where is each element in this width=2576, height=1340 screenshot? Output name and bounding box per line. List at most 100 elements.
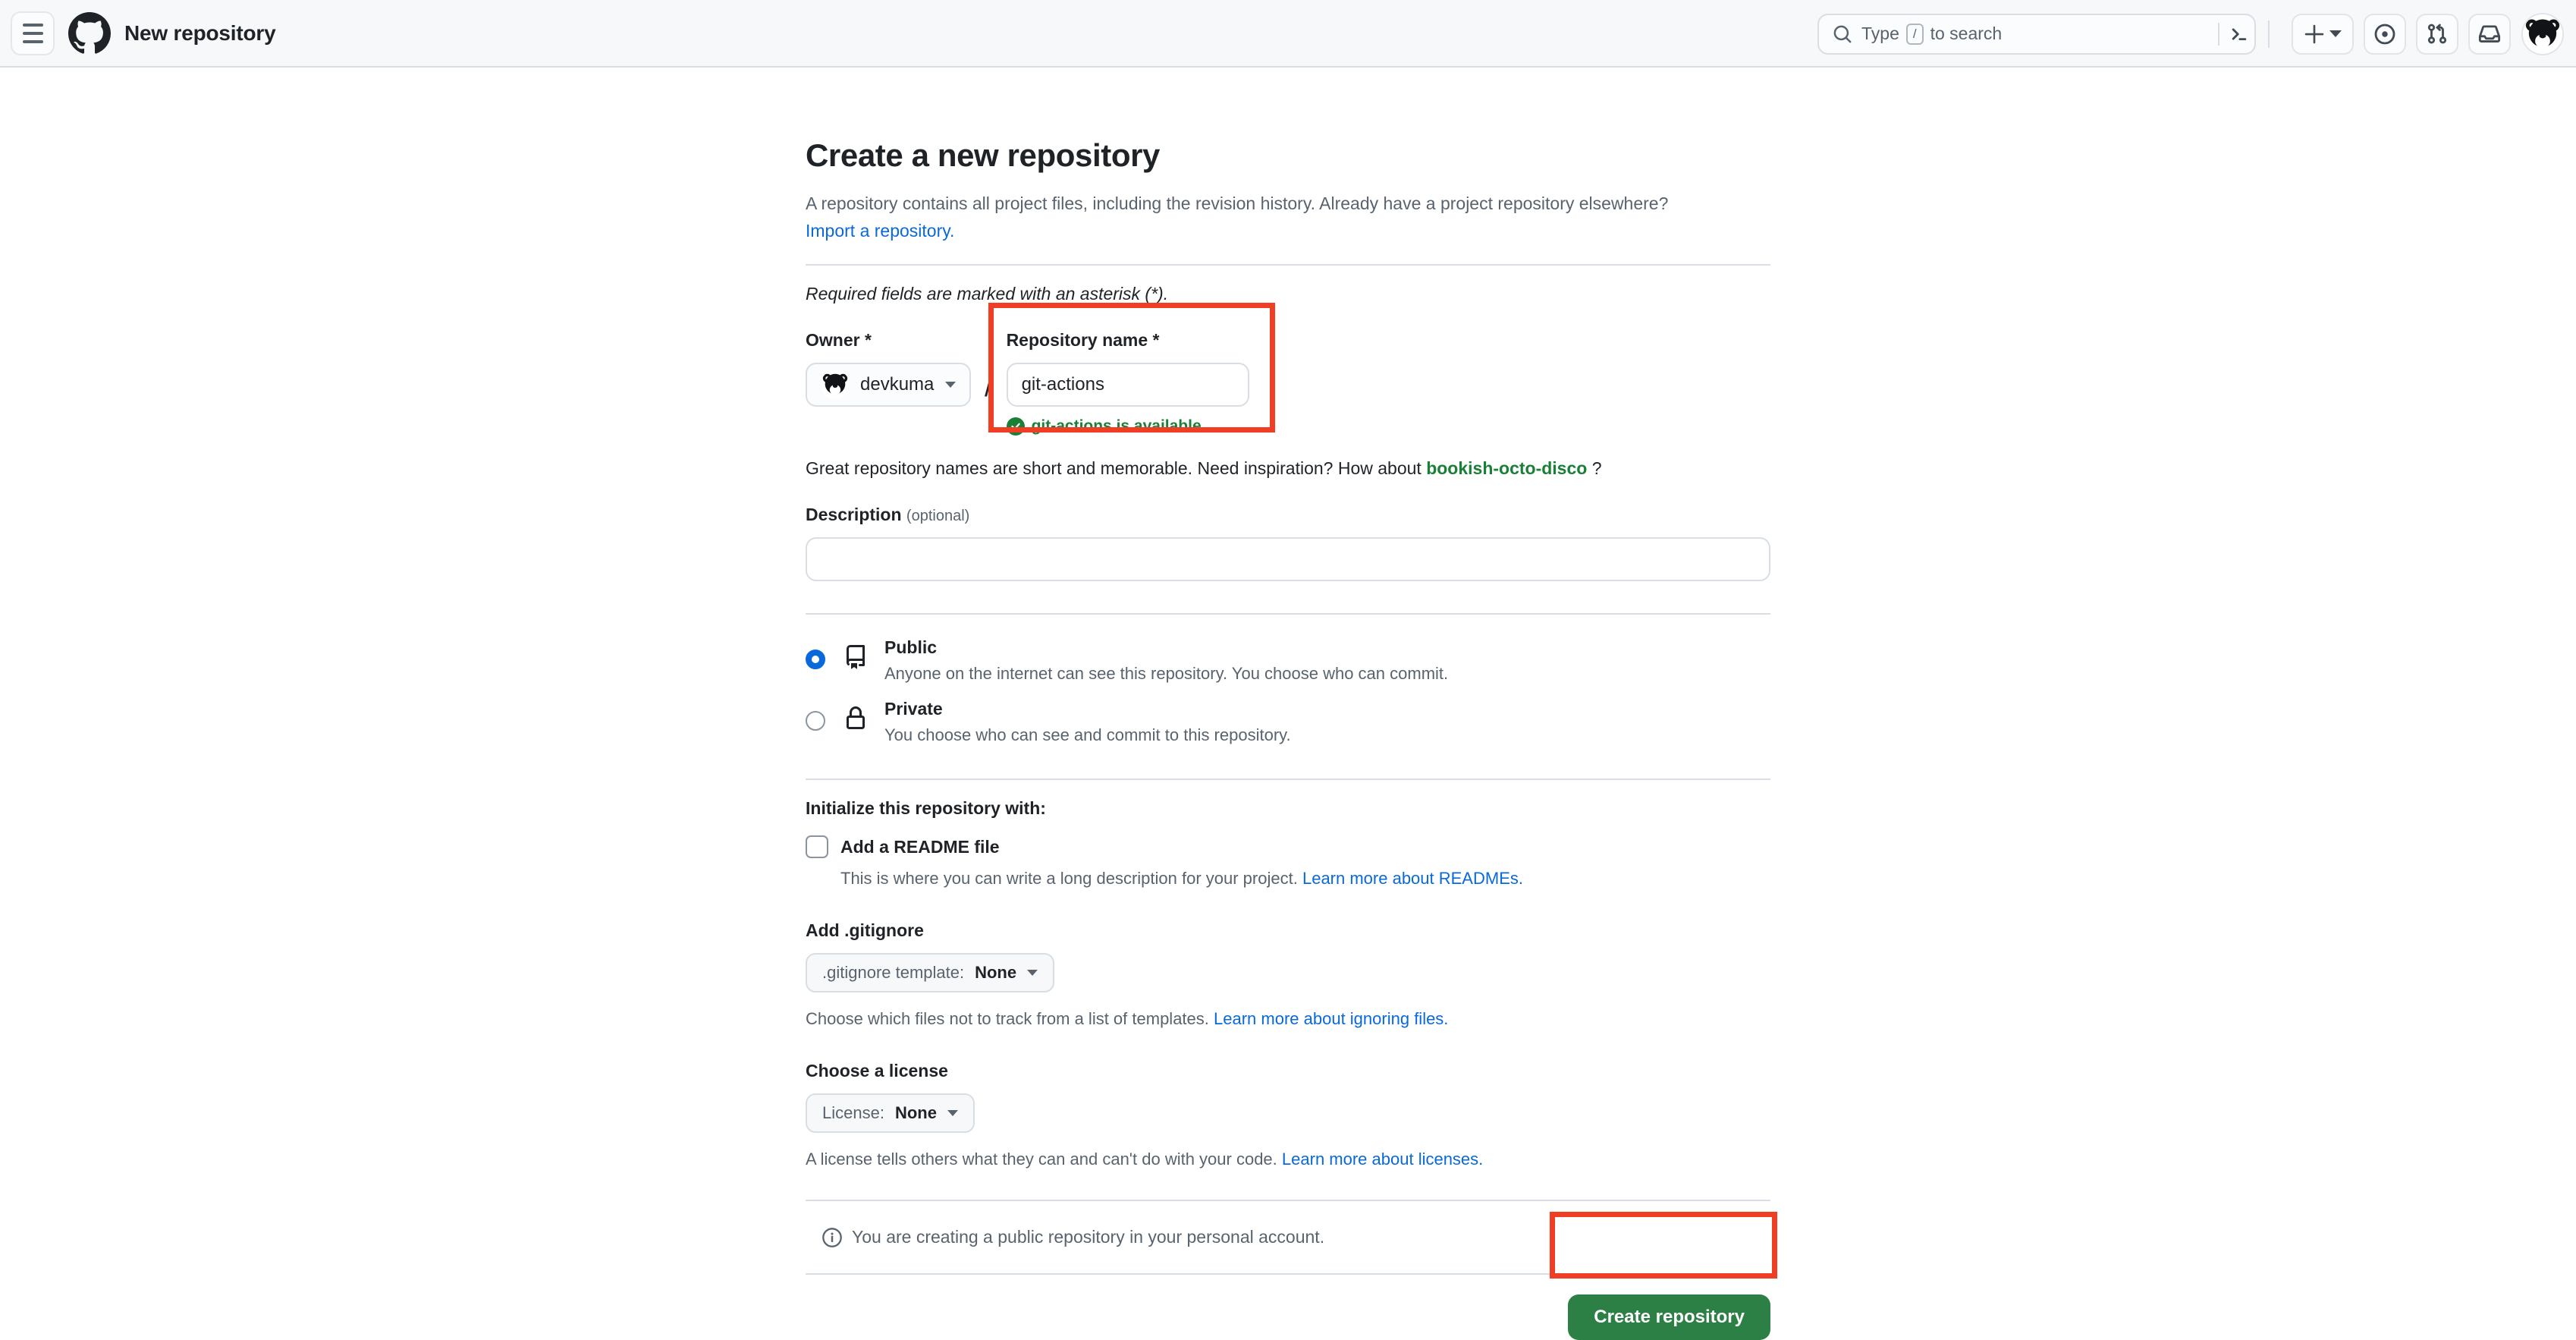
license-select-value: None bbox=[894, 1103, 937, 1123]
pull-requests-button[interactable] bbox=[2416, 13, 2458, 55]
terminal-icon[interactable] bbox=[2229, 24, 2250, 45]
owner-select[interactable]: devkuma bbox=[806, 363, 971, 407]
page-heading: Create a new repository bbox=[806, 137, 1160, 173]
check-circle-fill-icon bbox=[1006, 417, 1025, 436]
divider-footer bbox=[806, 1200, 1770, 1202]
visibility-options: Public Anyone on the internet can see th… bbox=[806, 633, 1770, 756]
license-note: A license tells others what they can and… bbox=[806, 1150, 1770, 1169]
description-label-text: Description bbox=[806, 505, 902, 525]
license-note-text: A license tells others what they can and… bbox=[806, 1150, 1277, 1169]
required-fields-note: Required fields are marked with an aster… bbox=[806, 284, 1169, 304]
private-radio[interactable] bbox=[806, 711, 825, 731]
global-header: New repository Type / to search bbox=[0, 0, 2576, 68]
description-field: Description (optional) bbox=[806, 505, 1770, 582]
create-repository-button[interactable]: Create repository bbox=[1568, 1294, 1770, 1340]
description-input[interactable] bbox=[806, 537, 1770, 582]
divider-initialize bbox=[806, 779, 1770, 781]
divider-actions bbox=[806, 1273, 1770, 1276]
suggested-name-link[interactable]: bookish-octo-disco bbox=[1426, 458, 1587, 478]
issue-opened-icon bbox=[2374, 24, 2395, 44]
owner-avatar bbox=[821, 370, 850, 400]
gitignore-template-select[interactable]: .gitignore template: None bbox=[806, 953, 1055, 993]
repository-name-field: Repository name * git-actions is availab… bbox=[1006, 330, 1249, 436]
avatar[interactable] bbox=[2521, 12, 2564, 55]
footer-info: You are creating a public repository in … bbox=[822, 1227, 1770, 1247]
gitignore-learn-more-link[interactable]: Learn more about ignoring files. bbox=[1214, 1009, 1448, 1028]
divider-visibility bbox=[806, 613, 1770, 615]
search-placeholder: Type / to search bbox=[1861, 23, 2218, 45]
separator-slash: / bbox=[985, 371, 993, 404]
inbox-icon bbox=[2478, 24, 2501, 42]
search-icon bbox=[1833, 25, 1852, 42]
hint-prefix: Great repository names are short and mem… bbox=[806, 458, 1422, 479]
search-divider bbox=[2218, 22, 2219, 46]
header-actions: Type / to search bbox=[1817, 0, 2564, 68]
gitignore-note-text: Choose which files not to track from a l… bbox=[806, 1009, 1209, 1029]
repository-name-hint: Great repository names are short and mem… bbox=[806, 458, 1770, 479]
public-description: Anyone on the internet can see this repo… bbox=[884, 664, 1449, 684]
search-input[interactable]: Type / to search bbox=[1817, 13, 2256, 55]
issues-button[interactable] bbox=[2364, 13, 2406, 55]
page-title: New repository bbox=[124, 20, 276, 45]
lock-icon bbox=[843, 699, 872, 734]
availability-text: git-actions is available. bbox=[1031, 417, 1206, 436]
initialize-heading: Initialize this repository with: bbox=[806, 798, 1046, 819]
license-select[interactable]: License: None bbox=[806, 1093, 975, 1134]
plus-icon bbox=[2304, 24, 2324, 43]
search-placeholder-suffix: to search bbox=[1930, 24, 2003, 43]
repository-name-label: Repository name * bbox=[1006, 330, 1160, 351]
chevron-down-icon bbox=[945, 382, 956, 388]
gitignore-select-prefix: .gitignore template: bbox=[822, 963, 965, 983]
description-label: Description (optional) bbox=[806, 505, 1770, 525]
owner-field: Owner * devkuma bbox=[806, 330, 971, 407]
visibility-option-public[interactable]: Public Anyone on the internet can see th… bbox=[806, 633, 1770, 694]
repository-name-input[interactable] bbox=[1006, 363, 1249, 407]
bear-avatar-icon bbox=[2523, 14, 2562, 54]
owner-label: Owner * bbox=[806, 330, 872, 351]
owner-and-name-row: Owner * devkuma / Repository name * git-… bbox=[806, 330, 1770, 436]
search-slash-key: / bbox=[1905, 23, 1924, 45]
chevron-down-icon bbox=[2329, 30, 2342, 37]
hint-suffix: ? bbox=[1591, 458, 1602, 479]
public-radio[interactable] bbox=[806, 650, 825, 670]
readme-checkbox-row[interactable]: Add a README file bbox=[806, 835, 1770, 859]
create-new-menu-button[interactable] bbox=[2292, 13, 2354, 55]
public-label: Public bbox=[884, 637, 938, 658]
description-optional-text: (optional) bbox=[906, 508, 970, 525]
owner-name-separator: / bbox=[971, 330, 1007, 409]
hamburger-icon[interactable] bbox=[11, 11, 55, 55]
info-icon bbox=[822, 1227, 842, 1247]
page-description-text: A repository contains all project files,… bbox=[806, 193, 1669, 213]
private-option-text: Private You choose who can see and commi… bbox=[884, 699, 1770, 745]
github-logo-icon[interactable] bbox=[68, 11, 111, 55]
divider-top bbox=[806, 264, 1770, 266]
main-content: Create a new repository A repository con… bbox=[0, 68, 2576, 1340]
header-divider bbox=[2268, 20, 2270, 48]
gitignore-note: Choose which files not to track from a l… bbox=[806, 1009, 1770, 1029]
new-repository-form: Create a new repository A repository con… bbox=[806, 68, 1770, 1340]
license-learn-more-link[interactable]: Learn more about licenses. bbox=[1282, 1150, 1483, 1169]
readme-description: This is where you can write a long descr… bbox=[840, 869, 1770, 889]
page-description: A repository contains all project files,… bbox=[806, 190, 1701, 244]
availability-message: git-actions is available. bbox=[1006, 417, 1249, 436]
private-label: Private bbox=[884, 699, 943, 719]
footer-info-text: You are creating a public repository in … bbox=[852, 1227, 1325, 1247]
license-heading: Choose a license bbox=[806, 1061, 948, 1081]
initialize-section: Initialize this repository with: Add a R… bbox=[806, 798, 1770, 1169]
readme-description-text: This is where you can write a long descr… bbox=[840, 869, 1298, 889]
repo-icon bbox=[843, 637, 872, 673]
import-repository-link[interactable]: Import a repository. bbox=[806, 221, 954, 241]
notifications-button[interactable] bbox=[2468, 13, 2511, 55]
owner-value: devkuma bbox=[860, 374, 935, 395]
bear-avatar-icon bbox=[821, 370, 850, 400]
gitignore-select-value: None bbox=[975, 963, 1017, 983]
chevron-down-icon bbox=[947, 1110, 958, 1117]
gitignore-heading: Add .gitignore bbox=[806, 920, 924, 941]
git-pull-request-icon bbox=[2427, 24, 2447, 43]
private-description: You choose who can see and commit to thi… bbox=[884, 725, 1291, 745]
search-placeholder-prefix: Type bbox=[1861, 24, 1899, 43]
form-actions: Create repository bbox=[806, 1294, 1770, 1340]
readme-checkbox[interactable] bbox=[806, 835, 828, 859]
visibility-option-private[interactable]: Private You choose who can see and commi… bbox=[806, 694, 1770, 756]
readme-learn-more-link[interactable]: Learn more about READMEs. bbox=[1302, 869, 1523, 888]
